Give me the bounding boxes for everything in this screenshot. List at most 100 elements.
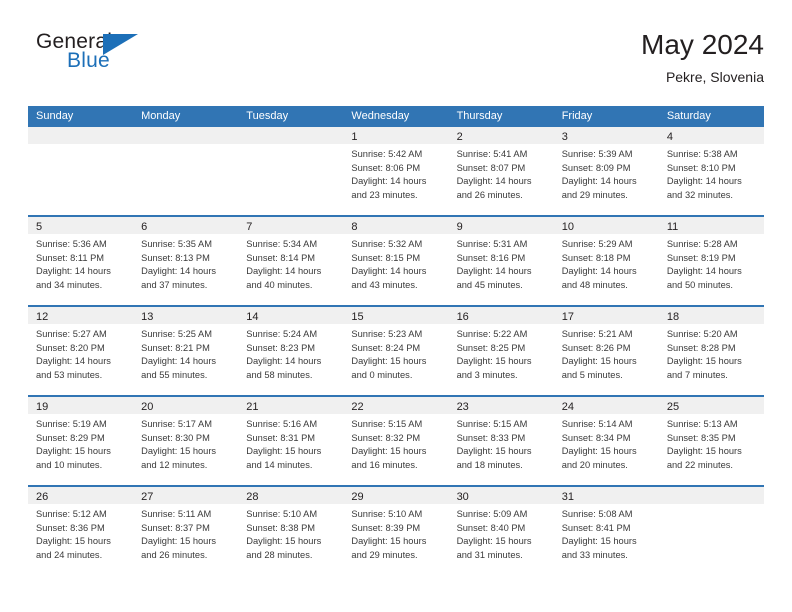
calendar-week-row: 1 Sunrise: 5:42 AM Sunset: 8:06 PM Daylight… xyxy=(28,127,764,215)
calendar-day-cell[interactable]: 30 Sunrise: 5:09 AM Sunset: 8:40 PM Dayligh… xyxy=(448,487,554,575)
calendar-day-cell[interactable]: 11 Sunrise: 5:28 AM Sunset: 8:19 PM Dayligh… xyxy=(658,217,764,305)
calendar-day-cell[interactable]: 8 Sunrise: 5:32 AM Sunset: 8:15 PM Daylight… xyxy=(343,217,449,305)
day-details: Sunrise: 5:21 AM Sunset: 8:26 PM Daylight:… xyxy=(554,324,659,382)
day-number-band: 25 xyxy=(658,397,764,414)
calendar-day-cell[interactable]: 31 Sunrise: 5:08 AM Sunset: 8:41 PM Dayligh… xyxy=(553,487,659,575)
sunrise-text: Sunrise: 5:35 AM xyxy=(141,239,212,249)
day-number: 29 xyxy=(351,491,364,503)
calendar-day-cell[interactable]: 12 Sunrise: 5:27 AM Sunset: 8:20 PM Dayligh… xyxy=(28,307,134,395)
daylight-text: Daylight: 15 hours and 12 minutes. xyxy=(141,446,217,470)
daylight-text: Daylight: 14 hours and 55 minutes. xyxy=(141,356,217,380)
day-number: 23 xyxy=(456,401,469,413)
day-number: 10 xyxy=(561,221,574,233)
sunset-text: Sunset: 8:23 PM xyxy=(246,342,316,353)
sunrise-text: Sunrise: 5:39 AM xyxy=(561,149,633,159)
calendar-day-cell[interactable]: 29 Sunrise: 5:10 AM Sunset: 8:39 PM Dayligh… xyxy=(343,487,449,575)
calendar-day-cell[interactable]: 2 Sunrise: 5:41 AM Sunset: 8:07 PM Daylight… xyxy=(448,127,554,215)
daylight-text: Daylight: 15 hours and 28 minutes. xyxy=(246,536,322,560)
day-number-band: 10 xyxy=(553,217,659,234)
day-number: 31 xyxy=(561,491,574,503)
sunrise-text: Sunrise: 5:38 AM xyxy=(666,149,738,159)
calendar-day-cell[interactable]: 17 Sunrise: 5:21 AM Sunset: 8:26 PM Dayligh… xyxy=(553,307,659,395)
calendar-day-cell[interactable]: 21 Sunrise: 5:16 AM Sunset: 8:31 PM Dayligh… xyxy=(238,397,344,485)
sunset-text: Sunset: 8:09 PM xyxy=(561,162,631,173)
calendar-day-cell[interactable]: 18 Sunrise: 5:20 AM Sunset: 8:28 PM Dayligh… xyxy=(658,307,764,395)
sunrise-text: Sunrise: 5:09 AM xyxy=(456,509,528,519)
calendar-day-cell[interactable]: 5 Sunrise: 5:36 AM Sunset: 8:11 PM Daylight… xyxy=(28,217,134,305)
daylight-text: Daylight: 15 hours and 3 minutes. xyxy=(456,356,532,380)
calendar-day-cell[interactable]: 1 Sunrise: 5:42 AM Sunset: 8:06 PM Daylight… xyxy=(343,127,449,215)
day-number: 20 xyxy=(141,401,154,413)
sunset-text: Sunset: 8:20 PM xyxy=(36,342,105,353)
calendar-day-cell[interactable]: 20 Sunrise: 5:17 AM Sunset: 8:30 PM Dayligh… xyxy=(133,397,239,485)
day-number-band: 7 xyxy=(238,217,344,234)
daylight-text: Daylight: 15 hours and 7 minutes. xyxy=(666,356,742,380)
weekday-header-sunday: Sunday xyxy=(36,110,74,122)
calendar-day-cell[interactable]: 6 Sunrise: 5:35 AM Sunset: 8:13 PM Daylight… xyxy=(133,217,239,305)
calendar-day-cell[interactable]: 15 Sunrise: 5:23 AM Sunset: 8:24 PM Dayligh… xyxy=(343,307,449,395)
calendar-day-cell[interactable]: 16 Sunrise: 5:22 AM Sunset: 8:25 PM Dayligh… xyxy=(448,307,554,395)
calendar-day-cell[interactable]: 9 Sunrise: 5:31 AM Sunset: 8:16 PM Daylight… xyxy=(448,217,554,305)
calendar-grid: Sunday Monday Tuesday Wednesday Thursday Frid… xyxy=(28,106,764,575)
sunset-text: Sunset: 8:25 PM xyxy=(456,342,526,353)
sunrise-text: Sunrise: 5:36 AM xyxy=(36,239,107,249)
sunset-text: Sunset: 8:36 PM xyxy=(36,522,105,533)
calendar-day-cell[interactable]: 23 Sunrise: 5:15 AM Sunset: 8:33 PM Dayligh… xyxy=(448,397,554,485)
day-details: Sunrise: 5:09 AM Sunset: 8:40 PM Daylight:… xyxy=(449,504,554,562)
calendar-day-cell[interactable]: 28 Sunrise: 5:10 AM Sunset: 8:38 PM Dayligh… xyxy=(238,487,344,575)
weekday-header-row: Sunday Monday Tuesday Wednesday Thursday Frid… xyxy=(28,106,764,127)
day-number-band: 4 xyxy=(658,127,764,144)
day-number-band xyxy=(28,127,134,144)
calendar-day-cell[interactable]: 13 Sunrise: 5:25 AM Sunset: 8:21 PM Dayligh… xyxy=(133,307,239,395)
sunset-text: Sunset: 8:10 PM xyxy=(666,162,736,173)
calendar-day-cell[interactable]: 14 Sunrise: 5:24 AM Sunset: 8:23 PM Dayligh… xyxy=(238,307,344,395)
brand-name-blue: Blue xyxy=(67,49,110,72)
daylight-text: Daylight: 14 hours and 23 minutes. xyxy=(351,176,427,200)
day-details: Sunrise: 5:24 AM Sunset: 8:23 PM Daylight:… xyxy=(238,324,343,382)
day-number: 18 xyxy=(666,311,680,323)
day-number-band: 31 xyxy=(553,487,659,504)
calendar-day-cell[interactable]: 19 Sunrise: 5:19 AM Sunset: 8:29 PM Dayligh… xyxy=(28,397,134,485)
calendar-day-cell[interactable]: 24 Sunrise: 5:14 AM Sunset: 8:34 PM Dayligh… xyxy=(553,397,659,485)
day-number: 28 xyxy=(246,491,259,503)
day-details: Sunrise: 5:27 AM Sunset: 8:20 PM Daylight:… xyxy=(28,324,133,382)
sunrise-text: Sunrise: 5:10 AM xyxy=(246,509,318,519)
sunset-text: Sunset: 8:34 PM xyxy=(561,432,631,443)
daylight-text: Daylight: 14 hours and 32 minutes. xyxy=(666,176,742,200)
calendar-day-cell[interactable]: 10 Sunrise: 5:29 AM Sunset: 8:18 PM Dayligh… xyxy=(553,217,659,305)
sunrise-text: Sunrise: 5:41 AM xyxy=(456,149,528,159)
sunrise-text: Sunrise: 5:11 AM xyxy=(141,509,212,519)
weekday-header-tuesday: Tuesday xyxy=(246,110,289,122)
day-number-band xyxy=(658,487,764,504)
sunrise-text: Sunrise: 5:16 AM xyxy=(246,419,318,429)
brand-logo[interactable]: General Blue xyxy=(36,31,266,91)
calendar-day-cell[interactable]: 7 Sunrise: 5:34 AM Sunset: 8:14 PM Daylight… xyxy=(238,217,344,305)
page-subtitle: Pekre, Slovenia xyxy=(665,69,764,85)
calendar-day-cell[interactable]: 25 Sunrise: 5:13 AM Sunset: 8:35 PM Dayligh… xyxy=(658,397,764,485)
day-number: 21 xyxy=(246,401,259,413)
calendar-day-cell[interactable]: 3 Sunrise: 5:39 AM Sunset: 8:09 PM Daylight… xyxy=(553,127,659,215)
day-number: 24 xyxy=(561,401,574,413)
calendar-day-cell[interactable]: 22 Sunrise: 5:15 AM Sunset: 8:32 PM Dayligh… xyxy=(343,397,449,485)
day-details: Sunrise: 5:08 AM Sunset: 8:41 PM Daylight:… xyxy=(554,504,659,562)
calendar-day-cell[interactable]: 26 Sunrise: 5:12 AM Sunset: 8:36 PM Dayligh… xyxy=(28,487,134,575)
day-number-band: 15 xyxy=(343,307,449,324)
day-details xyxy=(133,144,238,148)
day-number: 12 xyxy=(36,311,49,323)
daylight-text: Daylight: 14 hours and 48 minutes. xyxy=(561,266,637,290)
daylight-text: Daylight: 15 hours and 10 minutes. xyxy=(36,446,111,470)
day-number-band: 2 xyxy=(448,127,554,144)
title-block: May 2024 Pekre, Slovenia xyxy=(641,28,764,87)
day-number-band: 19 xyxy=(28,397,134,414)
calendar-cell-empty xyxy=(133,127,239,215)
sunrise-text: Sunrise: 5:29 AM xyxy=(561,239,633,249)
calendar-day-cell[interactable]: 4 Sunrise: 5:38 AM Sunset: 8:10 PM Daylight… xyxy=(658,127,764,215)
day-number-band: 12 xyxy=(28,307,134,324)
sunset-text: Sunset: 8:41 PM xyxy=(561,522,631,533)
sunrise-text: Sunrise: 5:10 AM xyxy=(351,509,423,519)
calendar-day-cell[interactable]: 27 Sunrise: 5:11 AM Sunset: 8:37 PM Dayligh… xyxy=(133,487,239,575)
page-title: May 2024 xyxy=(641,29,764,60)
sunrise-text: Sunrise: 5:19 AM xyxy=(36,419,107,429)
day-number: 13 xyxy=(141,311,154,323)
day-number-band: 17 xyxy=(553,307,659,324)
